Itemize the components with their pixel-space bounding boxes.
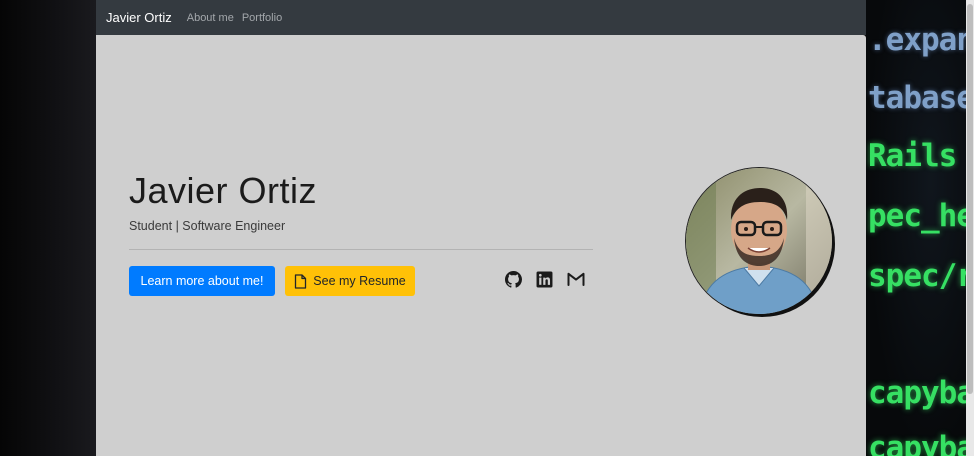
code-line: tabase — [868, 80, 974, 116]
hero-panel: Javier Ortiz Student | Software Engineer… — [96, 35, 866, 456]
code-line: spec/r — [868, 258, 974, 294]
gmail-icon[interactable] — [566, 269, 586, 289]
hero-subtitle: Student | Software Engineer — [129, 219, 286, 233]
nav-link-about[interactable]: About me — [187, 12, 234, 24]
background-left — [0, 0, 96, 456]
scrollbar-thumb[interactable] — [967, 4, 973, 394]
hero-title: Javier Ortiz — [129, 170, 318, 211]
code-line: .expand — [868, 22, 974, 58]
top-navbar: Javier Ortiz About me Portfolio — [96, 0, 866, 35]
nav-link-portfolio[interactable]: Portfolio — [242, 12, 282, 24]
github-icon[interactable] — [503, 269, 523, 289]
avatar — [686, 168, 832, 314]
background-code-image: .expand tabase Rails e pec_hel spec/r ca… — [866, 0, 974, 456]
page-scrollbar[interactable] — [966, 0, 974, 456]
document-icon — [294, 273, 307, 289]
code-line: capyba — [868, 375, 974, 411]
code-line: capyba — [868, 430, 974, 456]
learn-more-label: Learn more about me! — [140, 274, 264, 288]
code-line: Rails e — [868, 138, 974, 174]
hero-divider — [129, 249, 593, 250]
resume-label: See my Resume — [313, 274, 406, 288]
code-line: pec_hel — [868, 198, 974, 234]
learn-more-button[interactable]: Learn more about me! — [129, 266, 275, 296]
linkedin-icon[interactable] — [534, 269, 554, 289]
resume-button[interactable]: See my Resume — [285, 266, 415, 296]
navbar-brand[interactable]: Javier Ortiz — [106, 10, 172, 25]
